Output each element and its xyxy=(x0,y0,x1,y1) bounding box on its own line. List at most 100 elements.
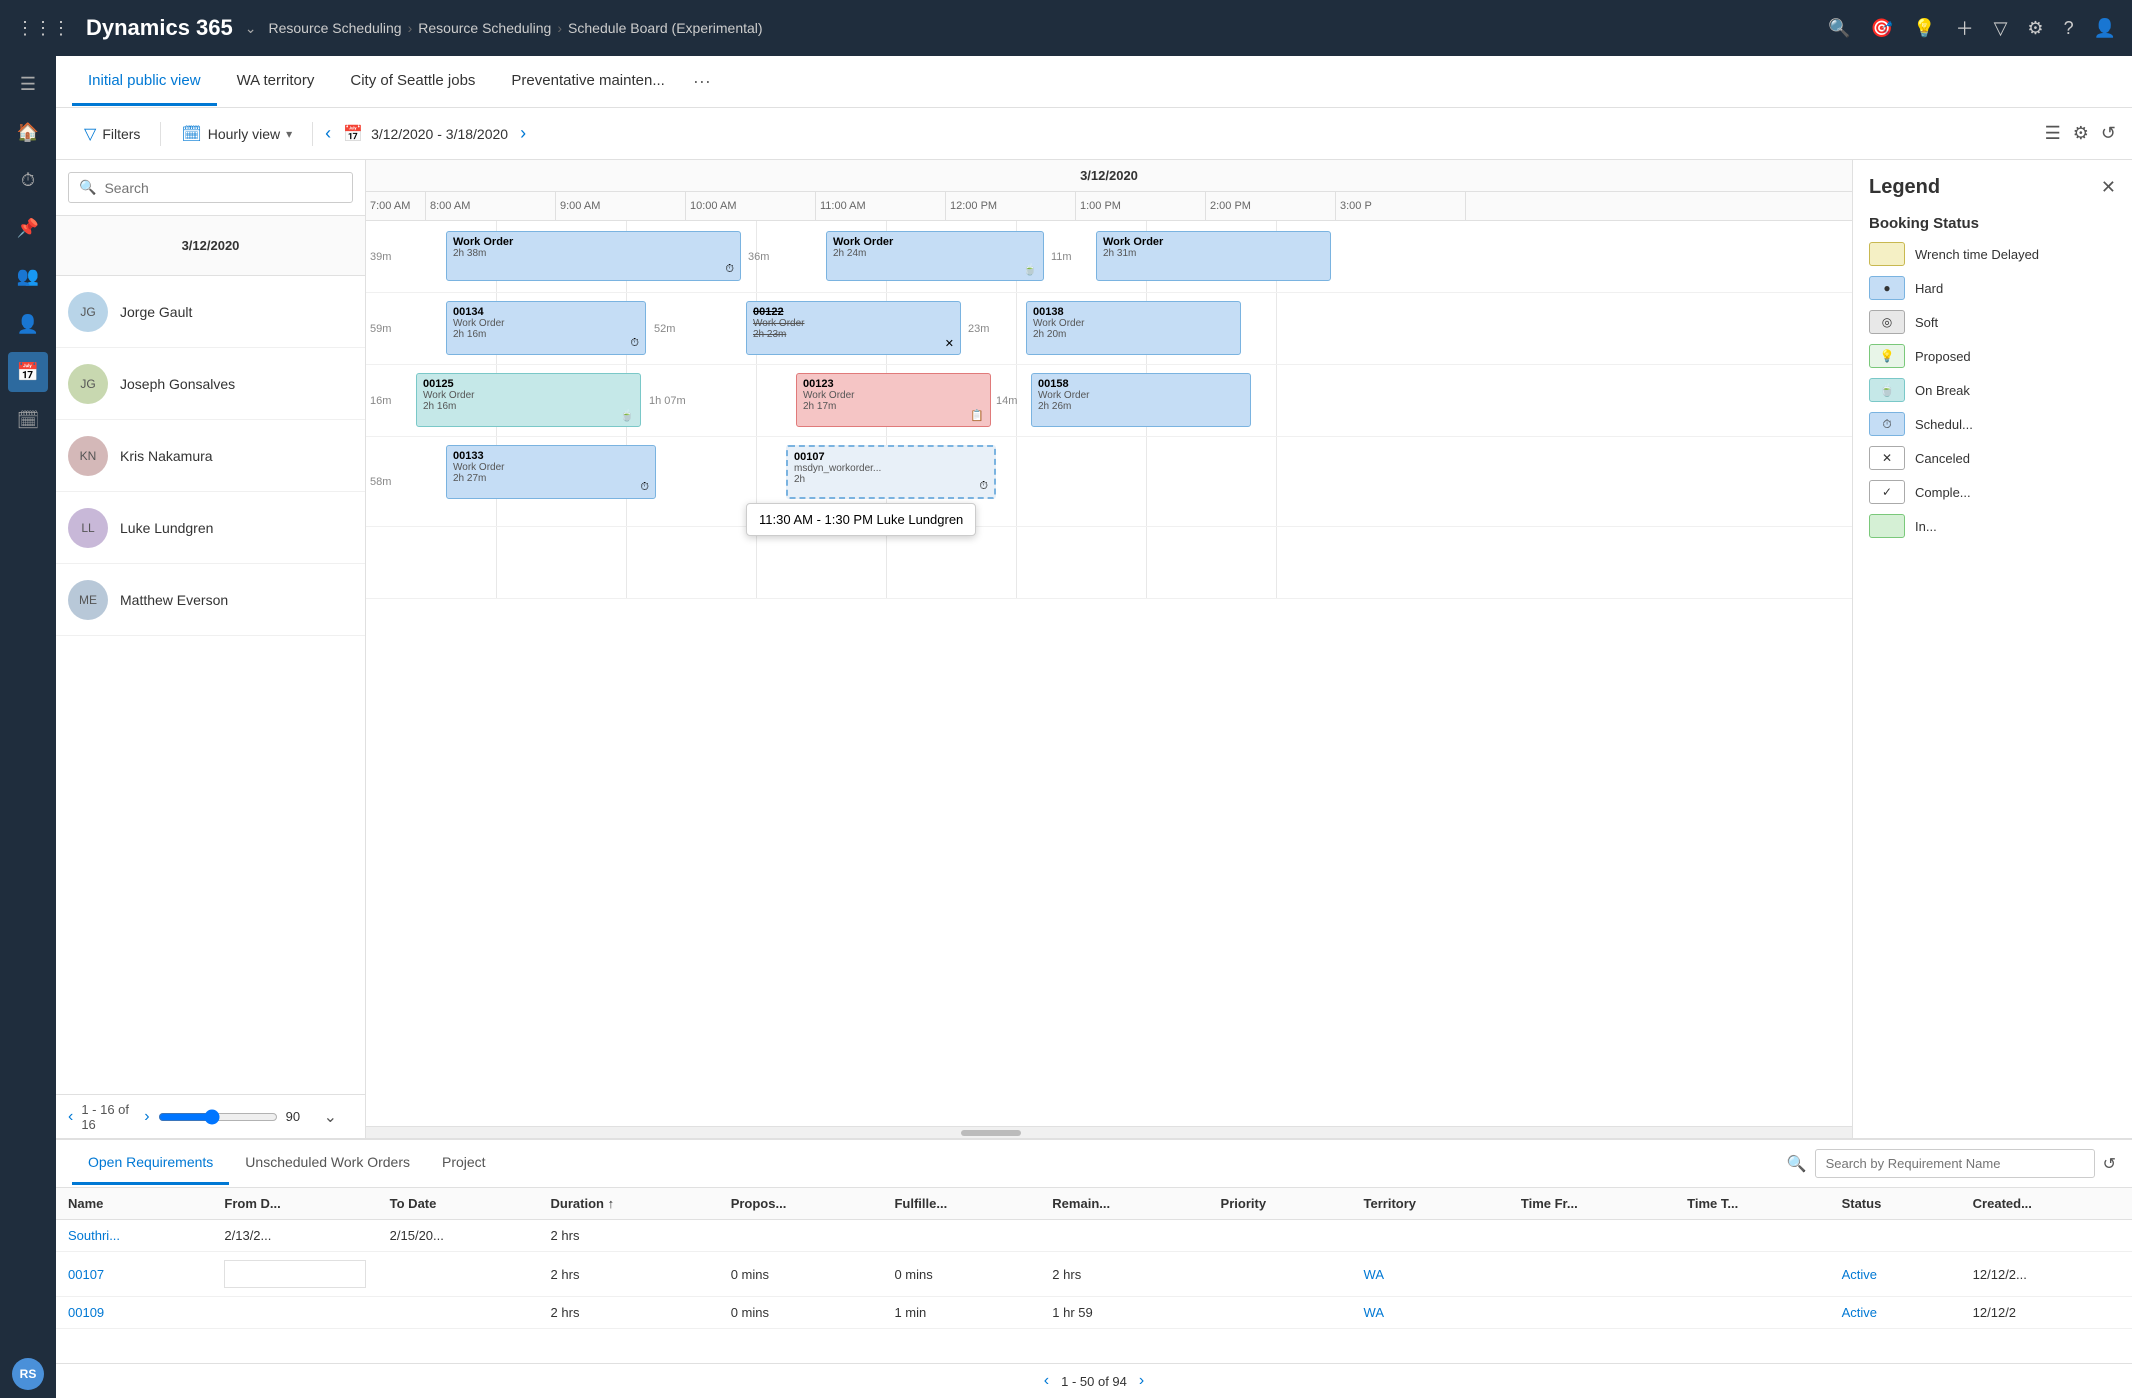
tab-initial-public-view[interactable]: Initial public view xyxy=(72,58,217,106)
legend-close-button[interactable]: ✕ xyxy=(2101,177,2116,198)
search-icon[interactable]: 🔍 xyxy=(1787,1154,1807,1174)
col-duration[interactable]: Duration ↑ xyxy=(539,1188,719,1220)
prev-page-button[interactable]: ‹ xyxy=(68,1108,73,1126)
app-chevron-icon[interactable]: ⌄ xyxy=(245,20,257,37)
list-item[interactable]: LL Luke Lundgren xyxy=(56,492,365,564)
user-icon[interactable]: 👤 xyxy=(2094,18,2116,39)
cell-status: Active xyxy=(1830,1297,1961,1329)
col-time-from[interactable]: Time Fr... xyxy=(1509,1188,1675,1220)
sidebar-pinned-icon[interactable]: 📌 xyxy=(8,208,48,248)
next-date-button[interactable]: › xyxy=(516,119,530,148)
toolbar-right: ☰ ⚙ ↺ xyxy=(2045,123,2116,144)
next-page-button[interactable]: › xyxy=(144,1108,149,1126)
grid-icon[interactable]: ⋮⋮⋮ xyxy=(16,18,70,39)
requirement-link[interactable]: Southri... xyxy=(68,1228,120,1243)
booking-card[interactable]: 00133 Work Order 2h 27m ⏱ xyxy=(446,445,656,499)
tab-wa-territory[interactable]: WA territory xyxy=(221,58,331,106)
list-item[interactable]: JG Jorge Gault xyxy=(56,276,365,348)
list-view-icon[interactable]: ☰ xyxy=(2045,123,2061,144)
col-created[interactable]: Created... xyxy=(1961,1188,2132,1220)
booking-card[interactable]: 00134 Work Order 2h 16m ⏱ xyxy=(446,301,646,355)
booking-card[interactable]: 00138 Work Order 2h 20m xyxy=(1026,301,1241,355)
target-icon[interactable]: 🎯 xyxy=(1871,18,1893,39)
cell-name[interactable]: 00107 xyxy=(56,1252,212,1297)
requirement-link[interactable]: 00109 xyxy=(68,1305,104,1320)
booking-card[interactable]: Work Order 2h 31m xyxy=(1096,231,1331,281)
prev-date-button[interactable]: ‹ xyxy=(321,119,335,148)
col-remaining[interactable]: Remain... xyxy=(1040,1188,1208,1220)
booking-card[interactable]: 00158 Work Order 2h 26m xyxy=(1031,373,1251,427)
sidebar-group-icon[interactable]: 👥 xyxy=(8,256,48,296)
col-priority[interactable]: Priority xyxy=(1209,1188,1352,1220)
booking-card[interactable]: 00123 Work Order 2h 17m 📋 xyxy=(796,373,991,427)
tab-open-requirements[interactable]: Open Requirements xyxy=(72,1142,229,1185)
gantt-row-matthew xyxy=(366,527,1852,599)
booking-card[interactable]: 00107 msdyn_workorder... 2h ⏱ xyxy=(786,445,996,499)
cell-name[interactable]: 00109 xyxy=(56,1297,212,1329)
filter-nav-icon[interactable]: ▽ xyxy=(1994,18,2008,39)
zoom-slider[interactable] xyxy=(158,1109,278,1125)
prev-requirements-page[interactable]: ‹ xyxy=(1044,1372,1049,1390)
search-input[interactable] xyxy=(104,180,342,196)
breadcrumb-page[interactable]: Resource Scheduling xyxy=(418,20,551,36)
help-icon[interactable]: ? xyxy=(2064,18,2074,39)
refresh-requirements-icon[interactable]: ↺ xyxy=(2103,1154,2116,1174)
status-link[interactable]: Active xyxy=(1842,1267,1877,1282)
list-item[interactable]: ME Matthew Everson xyxy=(56,564,365,636)
booking-card[interactable]: Work Order 2h 38m ⏱ xyxy=(446,231,741,281)
territory-link[interactable]: WA xyxy=(1364,1305,1384,1320)
status-link[interactable]: Active xyxy=(1842,1305,1877,1320)
refresh-icon[interactable]: ↺ xyxy=(2101,123,2116,144)
app-name[interactable]: Dynamics 365 xyxy=(86,15,233,41)
col-territory[interactable]: Territory xyxy=(1352,1188,1509,1220)
tab-project[interactable]: Project xyxy=(426,1142,502,1185)
view-button[interactable]: 🗓 Hourly view ▾ xyxy=(169,118,304,150)
col-name[interactable]: Name xyxy=(56,1188,212,1220)
col-status[interactable]: Status xyxy=(1830,1188,1961,1220)
sidebar-calendar-icon[interactable]: 📅 xyxy=(8,352,48,392)
sidebar-calendar2-icon[interactable]: 🗓 xyxy=(8,400,48,440)
requirement-link[interactable]: 00107 xyxy=(68,1267,104,1282)
calendar-icon[interactable]: 📅 xyxy=(343,124,363,144)
sidebar-home-icon[interactable]: 🏠 xyxy=(8,112,48,152)
next-requirements-page[interactable]: › xyxy=(1139,1372,1144,1390)
territory-link[interactable]: WA xyxy=(1364,1267,1384,1282)
breadcrumb-module[interactable]: Resource Scheduling xyxy=(269,20,402,36)
sidebar-person-icon[interactable]: 👤 xyxy=(8,304,48,344)
legend-swatch-onbreak: 🍵 xyxy=(1869,378,1905,402)
breadcrumb-current[interactable]: Schedule Board (Experimental) xyxy=(568,20,763,36)
horizontal-scrollbar[interactable] xyxy=(366,1126,1852,1138)
user-avatar[interactable]: RS xyxy=(12,1358,44,1390)
booking-card[interactable]: 00122 Work Order 2h 23m ✕ xyxy=(746,301,961,355)
col-from[interactable]: From D... xyxy=(212,1188,377,1220)
sidebar-menu-icon[interactable]: ☰ xyxy=(8,64,48,104)
booking-card[interactable]: Work Order 2h 24m 🍵 xyxy=(826,231,1044,281)
tab-city-of-seattle[interactable]: City of Seattle jobs xyxy=(334,58,491,106)
col-fulfilled[interactable]: Fulfille... xyxy=(882,1188,1040,1220)
filters-button[interactable]: ▽ Filters xyxy=(72,118,152,150)
lightbulb-icon[interactable]: 💡 xyxy=(1913,18,1935,39)
zoom-chevron-icon[interactable]: ⌄ xyxy=(324,1107,337,1127)
list-item[interactable]: KN Kris Nakamura xyxy=(56,420,365,492)
cell-name[interactable]: Southri... xyxy=(56,1220,212,1252)
sidebar-recent-icon[interactable]: ⏱ xyxy=(8,160,48,200)
settings-nav-icon[interactable]: ⚙ xyxy=(2027,18,2043,39)
requirement-search-input[interactable] xyxy=(1815,1149,2095,1178)
settings-icon[interactable]: ⚙ xyxy=(2073,123,2089,144)
legend-label-wrench: Wrench time Delayed xyxy=(1915,247,2039,262)
scroll-thumb[interactable] xyxy=(961,1130,1021,1136)
col-time-to[interactable]: Time T... xyxy=(1675,1188,1829,1220)
tab-preventative[interactable]: Preventative mainten... xyxy=(495,58,680,106)
search-nav-icon[interactable]: 🔍 xyxy=(1828,18,1850,39)
col-to[interactable]: To Date xyxy=(378,1188,539,1220)
cell-from: 2/13/2... xyxy=(212,1220,377,1252)
booking-card[interactable]: 00125 Work Order 2h 16m 🍵 xyxy=(416,373,641,427)
add-icon[interactable]: ＋ xyxy=(1956,15,1974,41)
legend-label-scheduled: Schedul... xyxy=(1915,417,1973,432)
cell-created xyxy=(1961,1220,2132,1252)
tab-more-icon[interactable]: ··· xyxy=(685,71,719,92)
tab-unscheduled-work-orders[interactable]: Unscheduled Work Orders xyxy=(229,1142,426,1185)
list-item[interactable]: JG Joseph Gonsalves xyxy=(56,348,365,420)
col-proposed[interactable]: Propos... xyxy=(719,1188,883,1220)
card-duration: 2h 27m xyxy=(453,473,649,484)
